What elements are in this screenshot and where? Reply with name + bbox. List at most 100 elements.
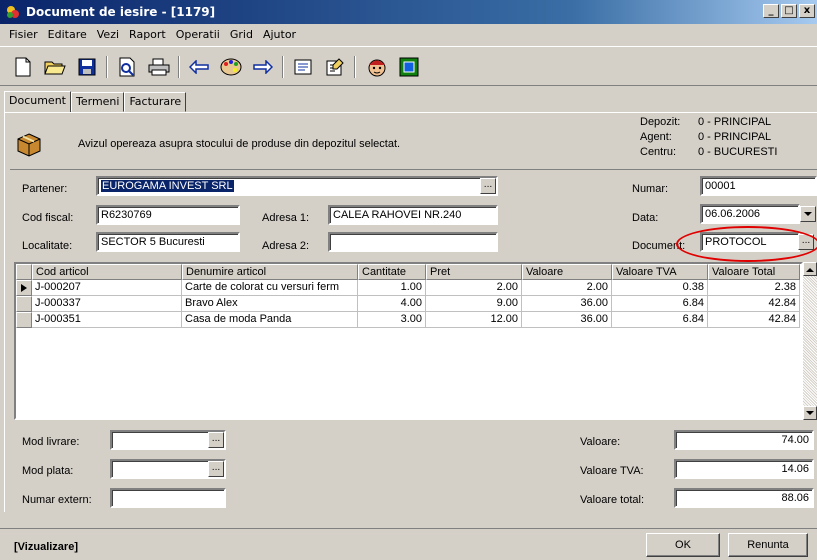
valoare-total-field[interactable]: 88.06 [674, 488, 814, 508]
localitate-field[interactable]: SECTOR 5 Bucuresti [96, 232, 240, 252]
grid-header-valoare-tva[interactable]: Valoare TVA [612, 264, 708, 280]
table-cell[interactable]: 1.00 [358, 280, 426, 296]
document-window: Document de iesire - [1179] _ □ x Fisier… [0, 0, 817, 560]
table-cell[interactable]: J-000351 [32, 312, 182, 328]
properties-icon[interactable] [322, 55, 348, 79]
adresa1-label: Adresa 1: [262, 212, 310, 224]
adresa2-field[interactable] [328, 232, 498, 252]
close-button[interactable]: x [799, 4, 815, 18]
table-cell[interactable]: 2.00 [522, 280, 612, 296]
new-document-icon[interactable] [10, 55, 36, 79]
cod-fiscal-field[interactable]: R6230769 [96, 205, 240, 225]
table-cell[interactable]: 42.84 [708, 312, 800, 328]
data-label: Data: [632, 212, 659, 224]
grid-header-cod[interactable]: Cod articol [32, 264, 182, 280]
data-dropdown-button[interactable] [800, 206, 816, 222]
minimize-button[interactable]: _ [763, 4, 779, 18]
valoare-field[interactable]: 74.00 [674, 430, 814, 450]
window-title: Document de iesire - [1179] [26, 5, 216, 19]
table-cell[interactable]: Casa de moda Panda [182, 312, 358, 328]
table-cell[interactable]: J-000207 [32, 280, 182, 296]
numar-extern-field[interactable] [110, 488, 226, 508]
grid-corner [16, 264, 32, 280]
tab-termeni[interactable]: Termeni [71, 92, 125, 112]
title-bar: Document de iesire - [1179] _ □ x [0, 0, 817, 24]
row-indicator [16, 312, 32, 328]
table-cell[interactable]: 0.38 [612, 280, 708, 296]
menu-operatii[interactable]: Operatii [171, 26, 225, 44]
menu-vezi[interactable]: Vezi [92, 26, 124, 44]
table-cell[interactable]: 9.00 [426, 296, 522, 312]
chevron-down-icon [804, 212, 812, 216]
menu-fisier[interactable]: Fisier [4, 26, 43, 44]
menu-ajutor[interactable]: Ajutor [258, 26, 301, 44]
menu-editare[interactable]: Editare [43, 26, 92, 44]
centru-value: 0 - BUCURESTI [698, 146, 778, 158]
adresa1-field[interactable]: CALEA RAHOVEI NR.240 [328, 205, 498, 225]
grid-header-cantitate[interactable]: Cantitate [358, 264, 426, 280]
adresa2-label: Adresa 2: [262, 240, 310, 252]
renunta-button[interactable]: Renunta [728, 533, 808, 557]
save-disk-icon[interactable] [74, 55, 100, 79]
info-message: Avizul opereaza asupra stocului de produ… [78, 138, 401, 150]
grid-header-valoare[interactable]: Valoare [522, 264, 612, 280]
palette-icon[interactable] [218, 55, 244, 79]
grid-header-valoare-total[interactable]: Valoare Total [708, 264, 800, 280]
table-cell[interactable]: J-000337 [32, 296, 182, 312]
table-cell[interactable]: 42.84 [708, 296, 800, 312]
partener-label: Partener: [22, 183, 68, 195]
table-cell[interactable]: 2.38 [708, 280, 800, 296]
tab-facturare[interactable]: Facturare [124, 92, 187, 112]
user-face-icon[interactable] [364, 55, 390, 79]
print-preview-icon[interactable] [114, 55, 140, 79]
table-cell[interactable]: 4.00 [358, 296, 426, 312]
numar-field[interactable]: 00001 [700, 176, 817, 196]
table-cell[interactable]: Bravo Alex [182, 296, 358, 312]
ok-button[interactable]: OK [646, 533, 720, 557]
scroll-down-button[interactable] [803, 406, 817, 420]
table-cell[interactable]: 12.00 [426, 312, 522, 328]
table-cell[interactable]: 6.84 [612, 296, 708, 312]
info-area: Avizul opereaza asupra stocului de produ… [10, 126, 817, 170]
valoare-tva-field[interactable]: 14.06 [674, 459, 814, 479]
table-cell[interactable]: 6.84 [612, 312, 708, 328]
maximize-button[interactable]: □ [781, 4, 797, 18]
toolbar [0, 46, 817, 86]
valoare-label: Valoare: [580, 436, 621, 448]
menu-grid[interactable]: Grid [225, 26, 258, 44]
grid-header-pret[interactable]: Pret [426, 264, 522, 280]
table-cell[interactable]: 3.00 [358, 312, 426, 328]
data-field[interactable]: 06.06.2006 [700, 204, 800, 224]
numar-label: Numar: [632, 183, 669, 195]
articles-grid[interactable]: Cod articol Denumire articol Cantitate P… [14, 262, 803, 420]
print-icon[interactable] [146, 55, 172, 79]
numar-extern-label: Numar extern: [22, 494, 92, 506]
scroll-up-button[interactable] [803, 262, 817, 276]
tab-document[interactable]: Document [4, 91, 71, 113]
valoare-tva-label: Valoare TVA: [580, 465, 644, 477]
grid-header-denumire[interactable]: Denumire articol [182, 264, 358, 280]
app-icon [7, 6, 19, 18]
tab-strip: Document Termeni Facturare [4, 91, 187, 113]
table-cell[interactable]: 36.00 [522, 312, 612, 328]
arrow-left-icon[interactable] [186, 55, 212, 79]
valoare-total-label: Valoare total: [580, 494, 645, 506]
table-cell[interactable]: 2.00 [426, 280, 522, 296]
table-cell[interactable]: 36.00 [522, 296, 612, 312]
table-cell[interactable]: Carte de colorat cu versuri ferm [182, 280, 358, 296]
partener-lookup-button[interactable]: ... [480, 178, 496, 194]
cod-fiscal-label: Cod fiscal: [22, 212, 74, 224]
grid-vertical-scrollbar[interactable] [803, 262, 817, 420]
agent-label: Agent: [640, 131, 672, 143]
menu-raport[interactable]: Raport [124, 26, 171, 44]
mod-livrare-label: Mod livrare: [22, 436, 80, 448]
mod-plata-lookup-button[interactable]: ... [208, 461, 224, 477]
partener-field[interactable]: EUROGAMA INVEST SRL [96, 176, 498, 196]
agent-value: 0 - PRINCIPAL [698, 131, 772, 143]
arrow-right-icon[interactable] [250, 55, 276, 79]
open-folder-icon[interactable] [42, 55, 68, 79]
exit-door-icon[interactable] [396, 55, 422, 79]
current-row-indicator-icon [16, 280, 32, 296]
mod-livrare-lookup-button[interactable]: ... [208, 432, 224, 448]
list-view-icon[interactable] [290, 55, 316, 79]
